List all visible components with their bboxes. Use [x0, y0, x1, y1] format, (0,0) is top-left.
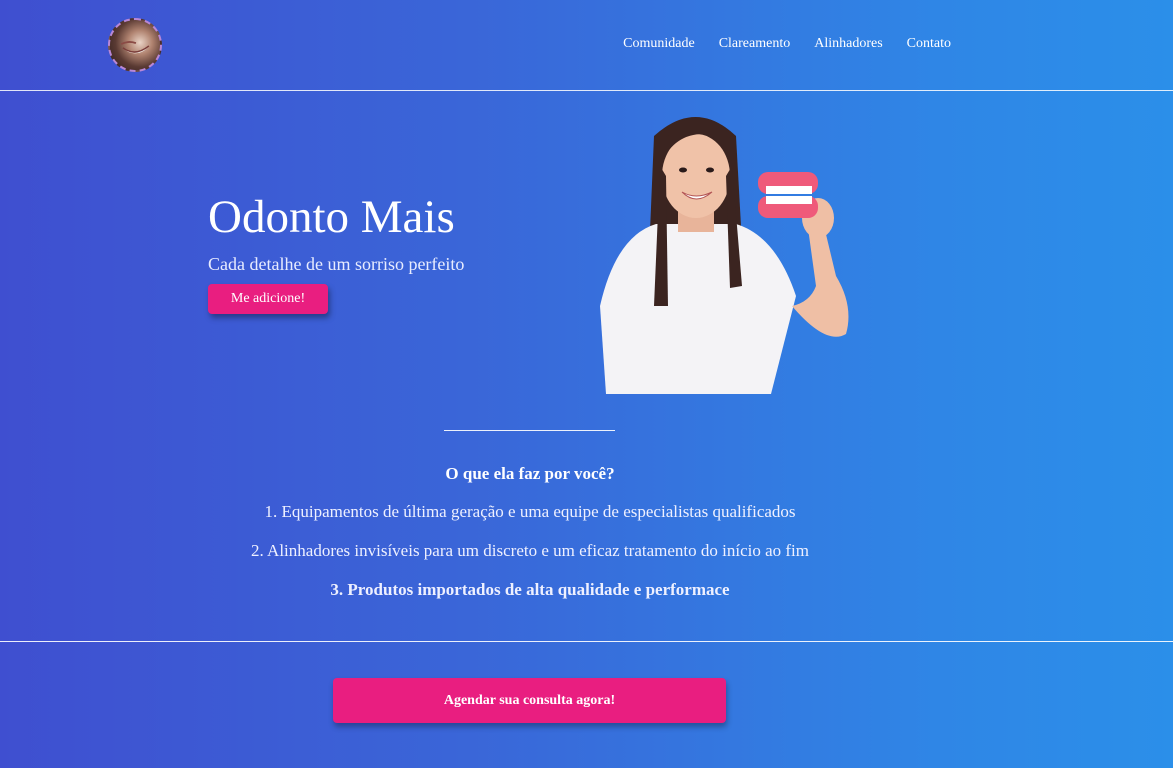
smile-logo-icon[interactable] — [108, 18, 162, 72]
feature-item-2: 2. Alinhadores invisíveis para um discre… — [250, 541, 809, 560]
woman-holding-dental-model-image — [596, 106, 856, 394]
site-header: Comunidade Clareamento Alinhadores Conta… — [0, 0, 1173, 91]
hero-title: Odonto Mais — [208, 191, 455, 243]
feature-item-1: 1. Equipamentos de última geração e uma … — [264, 502, 796, 521]
main-nav: Comunidade Clareamento Alinhadores Conta… — [623, 36, 951, 52]
features-heading: O que ela faz por você? — [445, 464, 615, 483]
nav-link-clareamento[interactable]: Clareamento — [719, 36, 791, 52]
nav-link-contato[interactable]: Contato — [907, 36, 951, 52]
schedule-appointment-button[interactable]: Agendar sua consulta agora! — [333, 678, 726, 723]
feature-item-3: 3. Produtos importados de alta qualidade… — [330, 580, 730, 599]
nav-link-comunidade[interactable]: Comunidade — [623, 36, 695, 52]
add-me-button[interactable]: Me adicione! — [208, 284, 328, 314]
nav-link-alinhadores[interactable]: Alinhadores — [814, 36, 882, 52]
section-divider-full — [0, 641, 1173, 642]
section-divider-short — [444, 430, 615, 431]
hero-subtitle: Cada detalhe de um sorriso perfeito — [208, 254, 465, 274]
features-section: O que ela faz por você? 1. Equipamentos … — [0, 464, 1060, 619]
